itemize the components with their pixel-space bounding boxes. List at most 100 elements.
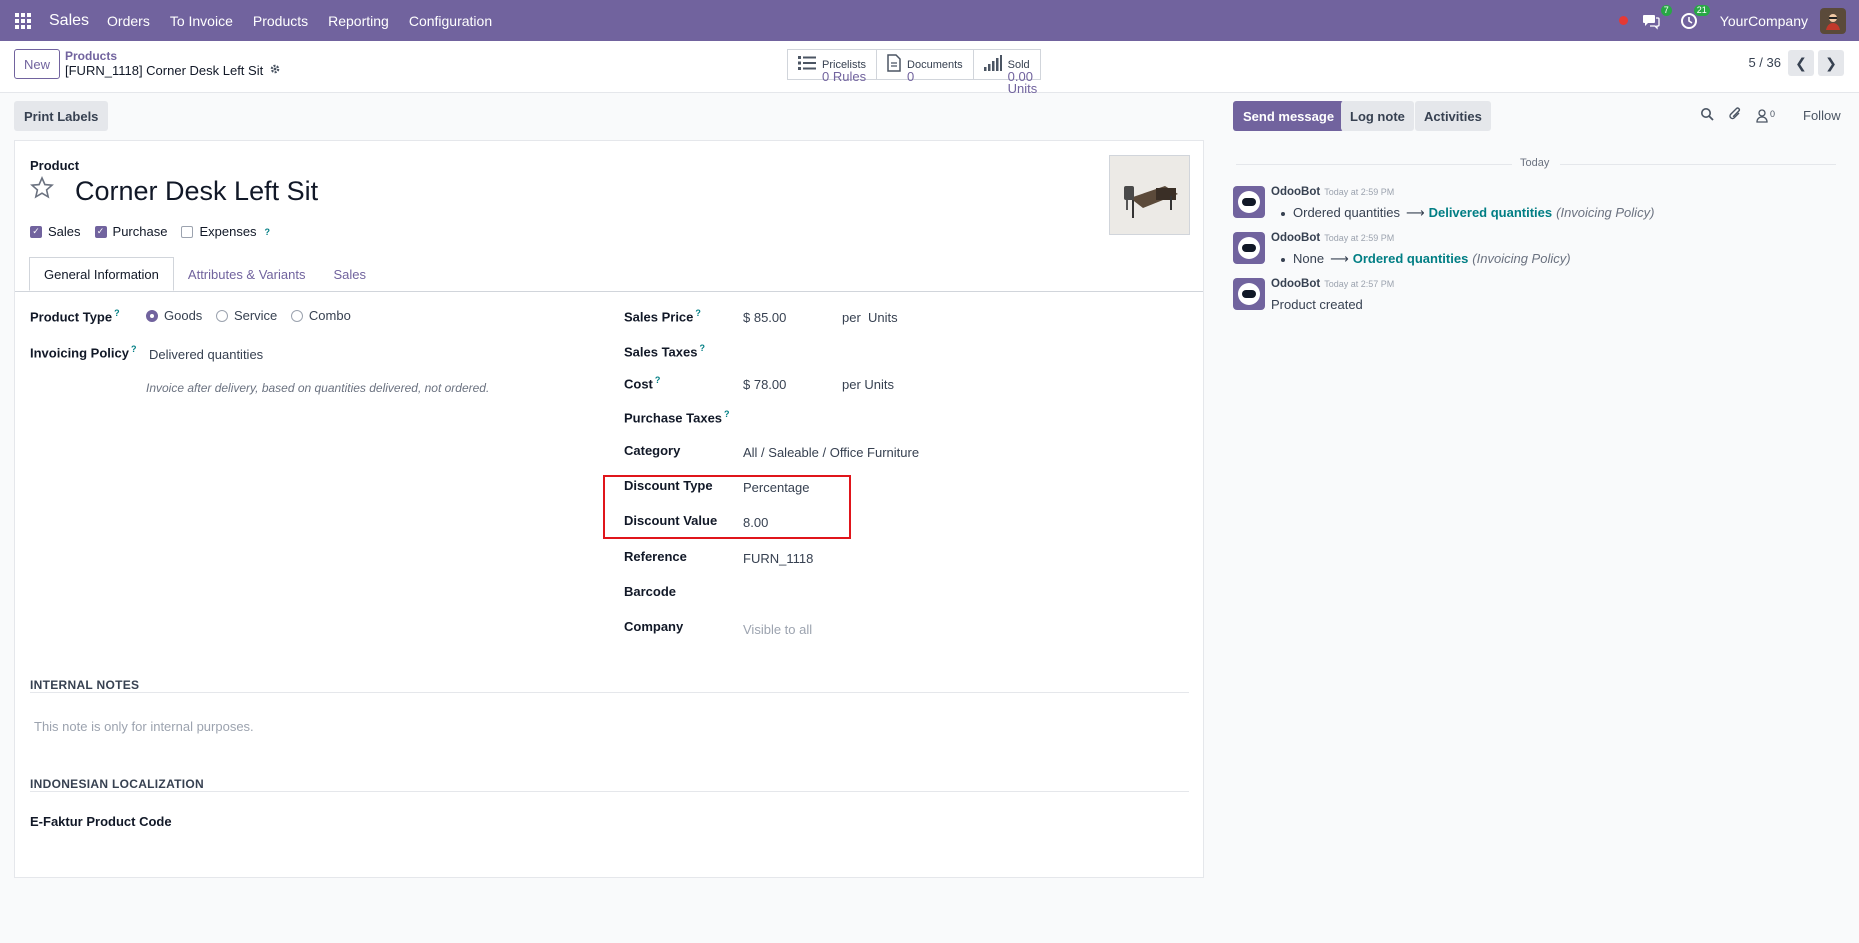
old-value: Ordered quantities [1293, 205, 1400, 220]
signal-icon [983, 55, 1002, 74]
send-message-button[interactable]: Send message [1233, 101, 1345, 131]
help-icon[interactable]: ? [695, 308, 701, 318]
new-button[interactable]: New [14, 49, 61, 79]
discount-type-field[interactable]: Percentage [743, 480, 810, 495]
internal-notes-field[interactable]: This note is only for internal purposes. [34, 719, 254, 734]
help-icon[interactable]: ? [131, 344, 137, 354]
log-note-button[interactable]: Log note [1341, 101, 1414, 131]
tracked-field: (Invoicing Policy) [1472, 251, 1571, 266]
menu-products[interactable]: Products [253, 13, 308, 29]
odoobot-avatar[interactable] [1233, 186, 1265, 218]
pager-next-button[interactable]: ❯ [1818, 50, 1844, 76]
barcode-label: Barcode [624, 584, 677, 599]
messages-icon[interactable]: 7 [1642, 4, 1672, 30]
breadcrumb-parent-link[interactable]: Products [65, 49, 117, 63]
apps-menu-icon[interactable] [15, 12, 31, 29]
old-value: None [1293, 251, 1325, 266]
pager-previous-button[interactable]: ❮ [1788, 50, 1814, 76]
barcode-field[interactable] [743, 586, 943, 602]
menu-orders[interactable]: Orders [107, 13, 150, 29]
search-icon[interactable] [1700, 107, 1714, 124]
message-author[interactable]: OdooBot [1271, 232, 1320, 244]
message-body: None ⟶ Ordered quantities (Invoicing Policy… [1281, 251, 1571, 267]
help-icon[interactable]: ? [114, 308, 120, 318]
checkbox-expenses[interactable]: Expenses ? [181, 224, 270, 239]
paperclip-icon[interactable] [1728, 106, 1742, 125]
document-icon [887, 54, 901, 75]
chatter-tools: 0 Follow [1700, 106, 1841, 125]
list-icon [798, 55, 816, 74]
radio-goods-dot[interactable] [146, 309, 158, 322]
sales-price-field[interactable]: $ 85.00 [743, 310, 786, 325]
tabs-divider [15, 291, 1203, 292]
radio-service[interactable]: Service [215, 308, 278, 323]
category-field[interactable]: All / Saleable / Office Furniture [743, 445, 919, 460]
odoobot-avatar[interactable] [1233, 278, 1265, 310]
company-field[interactable]: Visible to all [743, 622, 812, 637]
tab-attributes-variants[interactable]: Attributes & Variants [174, 257, 320, 291]
menu-configuration[interactable]: Configuration [409, 13, 492, 29]
product-name-field[interactable]: Corner Desk Left Sit [75, 176, 318, 207]
message-author[interactable]: OdooBot [1271, 278, 1320, 290]
menu-reporting[interactable]: Reporting [328, 13, 389, 29]
activities-button[interactable]: Activities [1415, 101, 1491, 131]
print-labels-button[interactable]: Print Labels [14, 101, 109, 131]
checkbox-expenses-box[interactable] [181, 225, 194, 238]
control-panel: New Products [FURN_1118] Corner Desk Lef… [0, 41, 1859, 95]
top-navbar: Sales Orders To Invoice Products Reporti… [0, 0, 1859, 41]
arrow-right-icon: ⟶ [1405, 205, 1425, 220]
date-separator-label: Today [1520, 157, 1550, 169]
internal-notes-divider [30, 692, 1189, 693]
invoicing-policy-label: Invoicing Policy? [30, 344, 136, 360]
follow-button[interactable]: Follow [1803, 108, 1841, 123]
gear-icon[interactable] [269, 63, 281, 78]
checkbox-purchase-box[interactable]: ✓ [94, 225, 107, 238]
user-avatar[interactable] [1820, 7, 1846, 34]
company-switcher[interactable]: YourCompany [1720, 13, 1808, 29]
radio-combo[interactable]: Combo [290, 308, 351, 323]
efaktur-label: E-Faktur Product Code [30, 814, 172, 829]
product-form-sheet: Product Corner Desk Left Sit ✓ Sales ✓ P… [14, 140, 1204, 878]
cost-field[interactable]: $ 78.00 [743, 377, 786, 392]
checkbox-sales-box[interactable]: ✓ [30, 225, 42, 238]
checkbox-sales[interactable]: ✓ Sales [30, 224, 81, 239]
cost-label: Cost? [624, 375, 660, 391]
app-brand[interactable]: Sales [49, 12, 89, 30]
radio-service-dot[interactable] [215, 309, 228, 322]
tab-general-information[interactable]: General Information [29, 257, 174, 291]
invoicing-policy-select[interactable]: Delivered quantities [149, 347, 263, 362]
menu-to-invoice[interactable]: To Invoice [170, 13, 233, 29]
reference-field[interactable]: FURN_1118 [743, 551, 813, 566]
new-value: Ordered quantities [1352, 251, 1469, 266]
followers-icon[interactable]: 0 [1756, 109, 1775, 123]
sales-price-label: Sales Price? [624, 308, 701, 324]
cost-label-text: Cost [624, 376, 653, 392]
arrow-right-icon: ⟶ [1330, 251, 1349, 266]
checkbox-purchase[interactable]: ✓ Purchase [94, 224, 167, 239]
radio-service-label: Service [233, 308, 278, 323]
radio-combo-dot[interactable] [290, 309, 303, 322]
message-author[interactable]: OdooBot [1271, 186, 1320, 198]
product-label: Product [30, 158, 80, 173]
help-icon[interactable]: ? [724, 409, 730, 419]
help-icon[interactable]: ? [699, 343, 705, 353]
activities-clock-icon[interactable]: 21 [1680, 4, 1710, 30]
smart-buttons: Pricelists 0 Rules Documents 0 Sold 0.00… [787, 49, 1041, 95]
tab-sales[interactable]: Sales [319, 257, 380, 291]
documents-smart-button[interactable]: Documents 0 [877, 50, 974, 83]
radio-goods[interactable]: Goods [146, 308, 202, 323]
odoobot-avatar[interactable] [1233, 232, 1265, 264]
discount-value-field[interactable]: 8.00 [743, 515, 768, 530]
message-time: Today at 2:59 PM [1324, 233, 1395, 243]
recording-indicator-icon[interactable] [1618, 16, 1628, 25]
pricelists-value: 0 Rules [822, 68, 867, 84]
help-icon[interactable]: ? [265, 227, 271, 237]
chevron-right-icon: ❯ [1825, 54, 1837, 71]
help-icon[interactable]: ? [655, 375, 661, 385]
product-image[interactable] [1109, 155, 1190, 235]
pager-value[interactable]: 5 / 36 [1748, 55, 1781, 70]
form-tabs: General Information Attributes & Variant… [29, 257, 380, 291]
star-favorite-icon[interactable] [30, 176, 54, 207]
pricelists-smart-button[interactable]: Pricelists 0 Rules [788, 50, 878, 83]
sold-smart-button[interactable]: Sold 0.00 Units [974, 50, 1040, 95]
